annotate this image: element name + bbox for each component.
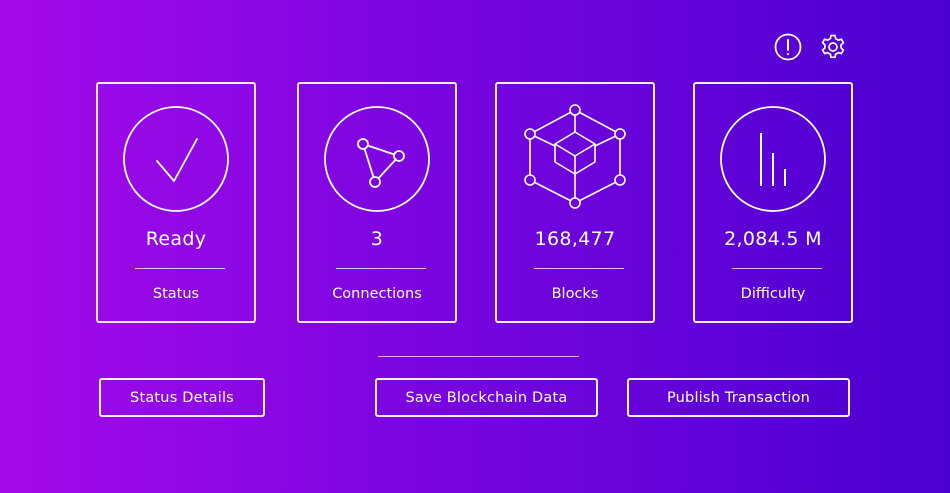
status-label: Status [152,286,200,302]
section-divider [378,356,579,357]
checkmark-icon [123,106,229,212]
blockchain-cube-icon [517,102,633,212]
gear-icon[interactable] [819,33,847,61]
difficulty-label: Difficulty [740,286,806,302]
blocks-value: 168,477 [534,228,616,250]
card-divider [135,268,225,269]
publish-transaction-button[interactable]: Publish Transaction [627,378,850,417]
connections-card: 3 Connections [297,82,457,323]
blocks-card: 168,477 Blocks [495,82,655,323]
difficulty-card: 2,084.5 M Difficulty [693,82,853,323]
info-icon[interactable] [774,33,802,61]
difficulty-value: 2,084.5 M [724,228,822,250]
save-blockchain-data-button[interactable]: Save Blockchain Data [375,378,598,417]
blocks-label: Blocks [551,286,599,302]
card-divider [534,268,624,269]
status-details-button[interactable]: Status Details [99,378,265,417]
card-divider [336,268,426,269]
card-divider [732,268,822,269]
connections-value: 3 [370,228,384,250]
status-value: Ready [145,228,207,250]
status-card: Ready Status [96,82,256,323]
connections-label: Connections [332,286,422,302]
network-icon [324,106,430,212]
bar-chart-icon [720,106,826,212]
